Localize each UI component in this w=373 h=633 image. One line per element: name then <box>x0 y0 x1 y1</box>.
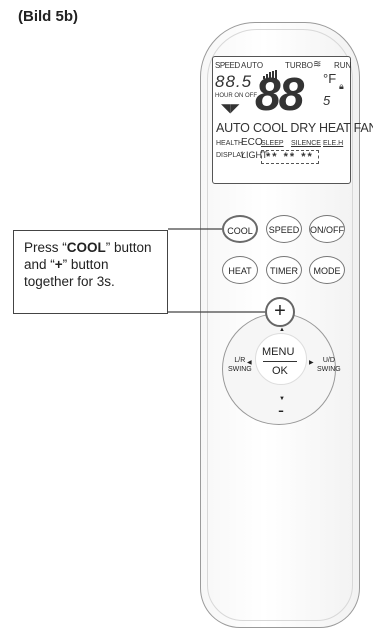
up-arrow-icon: ▲ <box>279 327 285 333</box>
ud-swing-button[interactable]: U/D SWING <box>317 356 341 374</box>
lr-swing-label: SWING <box>228 366 252 373</box>
ud-swing-label: U/D <box>322 357 335 364</box>
right-arrow-icon: ▶ <box>309 360 314 366</box>
callout-connector-lines <box>168 228 265 313</box>
plus-button[interactable]: + <box>265 297 295 327</box>
menu-button[interactable]: MENU <box>262 346 294 358</box>
menu-ok-center[interactable] <box>255 333 307 385</box>
minus-button[interactable]: - <box>278 400 284 421</box>
ok-button[interactable]: OK <box>272 365 288 377</box>
menu-ok-divider <box>263 361 297 362</box>
left-arrow-icon: ◀ <box>247 360 252 366</box>
ud-swing-label: SWING <box>317 366 341 373</box>
